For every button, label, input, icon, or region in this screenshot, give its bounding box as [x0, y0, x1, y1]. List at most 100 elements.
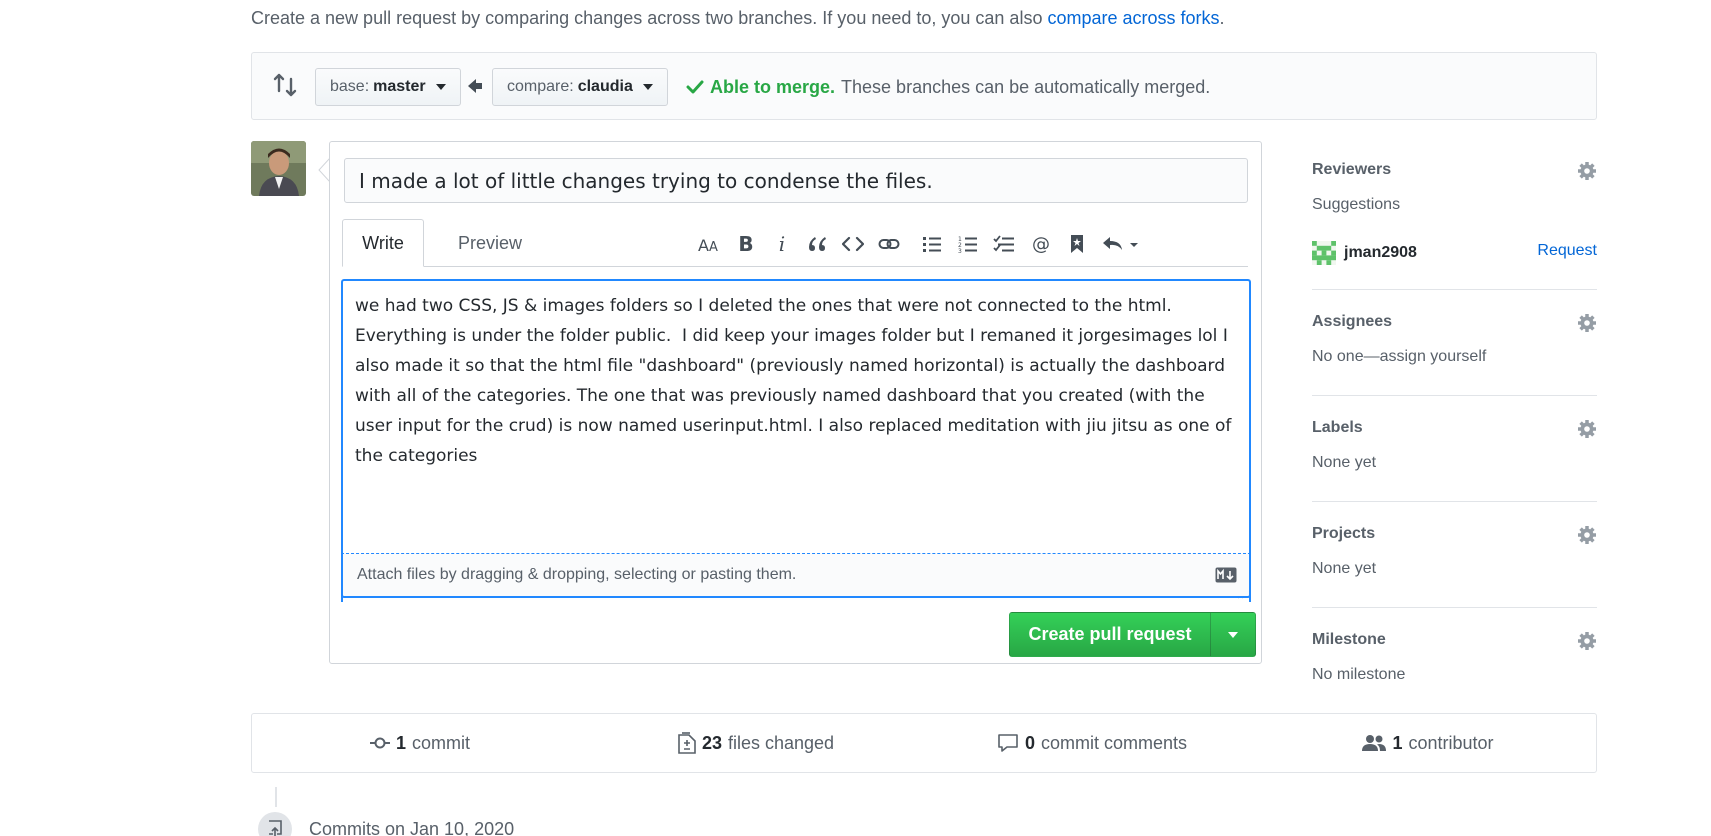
create-pull-request-label: Create pull request — [1028, 624, 1192, 644]
compare-branch-select[interactable]: compare: claudia — [492, 68, 668, 106]
header-button[interactable]: A A — [692, 226, 728, 262]
files-changed-stat[interactable]: 23 files changed — [588, 732, 924, 754]
contributors-stat[interactable]: 1 contributor — [1260, 733, 1596, 754]
sidebar-reviewers: Reviewers Suggestions jman2908 Request — [1312, 141, 1597, 290]
repo-push-icon — [269, 820, 282, 836]
reply-button[interactable] — [1095, 226, 1147, 262]
sidebar-milestone: Milestone No milestone — [1312, 608, 1597, 714]
commits-count: 1 — [395, 732, 406, 753]
bookmark-icon — [1071, 235, 1083, 253]
pr-body-text[interactable]: we had two CSS, JS & images folders so I… — [355, 291, 1241, 471]
italic-icon: i — [778, 232, 786, 256]
commits-label: commit — [412, 732, 470, 753]
comment-icon — [998, 734, 1018, 752]
compare-intro-suffix: . — [1219, 8, 1225, 28]
quote-icon — [809, 237, 826, 251]
task-list-icon — [993, 235, 1014, 252]
files-changed-count: 23 — [701, 732, 722, 753]
file-drop-zone[interactable]: Attach files by dragging & dropping, sel… — [341, 553, 1251, 598]
commit-icon — [369, 737, 390, 749]
chevron-down-icon — [435, 84, 446, 90]
pr-title-input[interactable]: I made a lot of little changes trying to… — [344, 158, 1248, 203]
code-icon — [842, 236, 864, 252]
compare-across-forks-link[interactable]: compare across forks — [1047, 8, 1219, 28]
pull-request-form: I made a lot of little changes trying to… — [329, 141, 1262, 664]
commits-stat[interactable]: 1 commit — [252, 733, 588, 754]
commit-comments-label: commit comments — [1040, 732, 1188, 753]
commits-date-heading: Commits on Jan 10, 2020 — [309, 819, 515, 836]
unordered-list-button[interactable] — [914, 226, 950, 262]
mention-button[interactable]: @ — [1023, 226, 1059, 262]
base-branch-name: master — [373, 78, 426, 95]
markdown-toolbar-group-4: @ — [1023, 226, 1147, 262]
commit-comments-count: 0 — [1024, 732, 1035, 753]
bold-button[interactable]: B — [728, 226, 764, 262]
file-diff-icon — [678, 732, 696, 754]
saved-reply-button[interactable] — [1059, 226, 1095, 262]
merge-status: Able to merge. These branches can be aut… — [686, 73, 1210, 101]
base-branch-select[interactable]: base: master — [315, 68, 461, 106]
quote-button[interactable] — [799, 226, 835, 262]
people-icon — [1362, 735, 1387, 751]
gear-icon[interactable] — [1577, 313, 1597, 333]
contributors-label: contributor — [1408, 732, 1494, 753]
assignees-value[interactable]: No one—assign yourself — [1312, 348, 1486, 366]
markdown-toolbar-group-3: 1 2 3 — [914, 226, 1022, 262]
gear-icon[interactable] — [1577, 631, 1597, 651]
arrow-left-icon — [468, 79, 482, 93]
unordered-list-icon — [923, 237, 941, 252]
user-avatar[interactable] — [251, 141, 306, 196]
merge-ok-label: Able to merge. — [710, 77, 836, 97]
milestone-title[interactable]: Milestone — [1312, 631, 1386, 649]
request-review-link[interactable]: Request — [1537, 242, 1597, 260]
compare-arrows-icon — [273, 73, 297, 97]
labels-title[interactable]: Labels — [1312, 419, 1363, 437]
gear-icon[interactable] — [1577, 419, 1597, 439]
projects-value: None yet — [1312, 560, 1377, 577]
commit-comments-stat[interactable]: 0 commit comments — [924, 733, 1260, 754]
italic-button[interactable]: i — [764, 226, 800, 262]
create-options-dropdown[interactable] — [1210, 613, 1255, 656]
link-icon — [878, 239, 900, 249]
compare-intro-text: Create a new pull request by comparing c… — [251, 8, 1048, 28]
labels-value: None yet — [1312, 454, 1377, 471]
check-icon — [686, 80, 704, 94]
bold-icon: B — [738, 232, 754, 256]
tabs-divider — [342, 266, 1248, 267]
mention-icon: @ — [1032, 234, 1050, 254]
ordered-list-button[interactable]: 1 2 3 — [950, 226, 986, 262]
compare-branch-prefix: compare: — [507, 78, 574, 95]
reply-icon — [1103, 237, 1138, 250]
branch-range-bar: base: master compare: claudia Able to me… — [251, 52, 1597, 120]
create-pull-request-button[interactable]: Create pull request — [1009, 612, 1256, 657]
contributors-count: 1 — [1392, 732, 1403, 753]
timeline-line — [275, 787, 277, 807]
task-list-button[interactable] — [986, 226, 1022, 262]
chevron-down-icon — [642, 84, 653, 90]
sidebar-labels: Labels None yet — [1312, 396, 1597, 502]
reviewers-suggestions-label: Suggestions — [1312, 196, 1401, 213]
assignees-title[interactable]: Assignees — [1312, 313, 1392, 331]
reviewer-name: jman2908 — [1344, 244, 1417, 261]
compare-summary-bar: 1 commit 23 files changed 0 commit comme… — [251, 713, 1597, 773]
link-button[interactable] — [871, 226, 907, 262]
tab-write[interactable]: Write — [342, 219, 424, 267]
gear-icon[interactable] — [1577, 525, 1597, 545]
tab-preview[interactable]: Preview — [430, 219, 550, 267]
base-branch-prefix: base: — [330, 78, 370, 95]
milestone-value: No milestone — [1312, 666, 1406, 683]
svg-text:@: @ — [1032, 234, 1050, 254]
markdown-toolbar-group-2 — [799, 226, 907, 262]
avatar-image — [251, 141, 306, 196]
merge-detail: These branches can be automatically merg… — [841, 77, 1211, 97]
markdown-icon[interactable] — [1215, 567, 1237, 583]
discussion-sidebar: Reviewers Suggestions jman2908 Request A… — [1312, 141, 1597, 714]
svg-text:A: A — [709, 240, 718, 253]
projects-title[interactable]: Projects — [1312, 525, 1375, 543]
sidebar-assignees: Assignees No one—assign yourself — [1312, 290, 1597, 396]
attach-files-text: Attach files by dragging & dropping, sel… — [357, 566, 797, 583]
gear-icon[interactable] — [1577, 161, 1597, 181]
identicon-avatar — [1312, 241, 1336, 265]
reviewers-title[interactable]: Reviewers — [1312, 161, 1391, 179]
code-button[interactable] — [835, 226, 871, 262]
